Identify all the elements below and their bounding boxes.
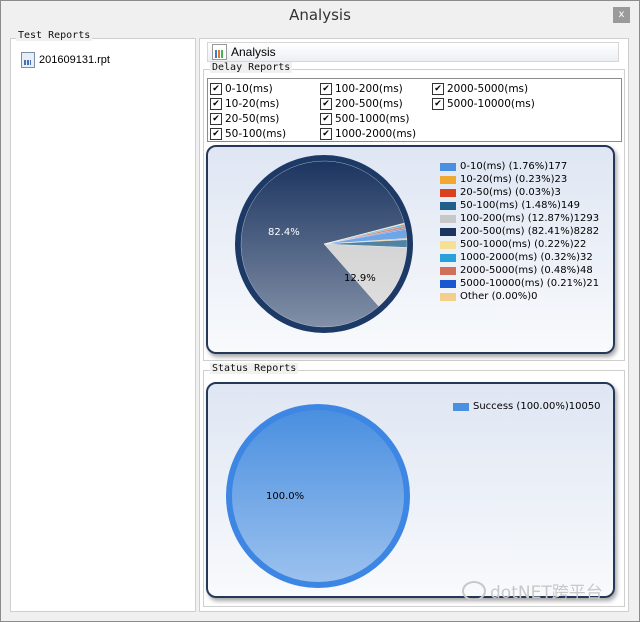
checkbox-10-20[interactable]: ✔ 10-20(ms) bbox=[210, 98, 279, 110]
legend-item[interactable]: Success (100.00%)10050 bbox=[453, 400, 601, 413]
checkbox-200-500[interactable]: ✔ 200-500(ms) bbox=[320, 98, 403, 110]
status-chart-legend: Success (100.00%)10050 bbox=[453, 400, 601, 413]
legend-swatch bbox=[440, 240, 456, 249]
delay-chart-card: 82.4% 12.9% 0-10(ms) (1.76%)177 10-20(ms) … bbox=[206, 145, 615, 354]
delay-chart-legend: 0-10(ms) (1.76%)177 10-20(ms) (0.23%)23 20… bbox=[440, 160, 599, 303]
checkbox-label: 10-20(ms) bbox=[225, 98, 280, 110]
legend-item[interactable]: 50-100(ms) (1.48%)149 bbox=[440, 199, 599, 212]
legend-label: 0-10(ms) (1.76%)177 bbox=[460, 161, 568, 172]
legend-label: 50-100(ms) (1.48%)149 bbox=[460, 200, 581, 211]
delay-filter-checkboxes: ✔ 0-10(ms) ✔ 10-20(ms) ✔ 20-50(ms) ✔ 50-100(… bbox=[207, 78, 622, 142]
checkbox-100-200[interactable]: ✔ 100-200(ms) bbox=[320, 83, 403, 95]
pie-shading bbox=[241, 161, 407, 327]
legend-item[interactable]: 2000-5000(ms) (0.48%)48 bbox=[440, 264, 599, 277]
checkbox-label: 0-10(ms) bbox=[225, 83, 273, 95]
legend-swatch bbox=[440, 175, 456, 184]
legend-label: 200-500(ms) (82.41%)8282 bbox=[460, 226, 600, 237]
legend-label: 100-200(ms) (12.87%)1293 bbox=[460, 213, 600, 224]
test-reports-group: 201609131.rpt Test Reports bbox=[10, 30, 196, 612]
checkbox-label: 1000-2000(ms) bbox=[335, 128, 417, 140]
legend-label: 2000-5000(ms) (0.48%)48 bbox=[460, 265, 593, 276]
delay-pie-chart: 82.4% 12.9% bbox=[235, 155, 413, 333]
checkbox-mark: ✔ bbox=[210, 128, 222, 140]
checkbox-label: 20-50(ms) bbox=[225, 113, 280, 125]
watermark: dotNET跨平台 bbox=[462, 578, 603, 603]
pie-slice-label: 12.9% bbox=[344, 273, 376, 284]
legend-swatch bbox=[440, 188, 456, 197]
list-item-report-file[interactable]: 201609131.rpt bbox=[21, 52, 110, 68]
legend-swatch bbox=[440, 279, 456, 288]
test-reports-label: Test Reports bbox=[16, 30, 93, 41]
status-chart-card: 100.0% Success (100.00%)10050 bbox=[206, 382, 615, 598]
legend-label: Other (0.00%)0 bbox=[460, 291, 538, 302]
window-title: Analysis bbox=[289, 6, 351, 24]
checkbox-label: 100-200(ms) bbox=[335, 83, 403, 95]
checkbox-mark: ✔ bbox=[432, 98, 444, 110]
watermark-text: dotNET跨平台 bbox=[490, 583, 603, 603]
legend-item[interactable]: 20-50(ms) (0.03%)3 bbox=[440, 186, 599, 199]
legend-label: 500-1000(ms) (0.22%)22 bbox=[460, 239, 587, 250]
checkbox-mark: ✔ bbox=[320, 113, 332, 125]
legend-label: Success (100.00%)10050 bbox=[473, 401, 601, 412]
analysis-tab[interactable]: Analysis bbox=[207, 42, 619, 62]
legend-item[interactable]: 100-200(ms) (12.87%)1293 bbox=[440, 212, 599, 225]
pie-shading bbox=[232, 410, 404, 582]
checkbox-0-10[interactable]: ✔ 0-10(ms) bbox=[210, 83, 273, 95]
legend-item[interactable]: 5000-10000(ms) (0.21%)21 bbox=[440, 277, 599, 290]
status-reports-label: Status Reports bbox=[210, 363, 299, 374]
test-reports-list[interactable]: 201609131.rpt bbox=[10, 38, 196, 612]
legend-label: 20-50(ms) (0.03%)3 bbox=[460, 187, 561, 198]
status-pie-chart: 100.0% bbox=[226, 404, 410, 588]
checkbox-mark: ✔ bbox=[320, 98, 332, 110]
legend-item[interactable]: 500-1000(ms) (0.22%)22 bbox=[440, 238, 599, 251]
checkbox-mark: ✔ bbox=[210, 98, 222, 110]
analysis-tab-label: Analysis bbox=[231, 45, 276, 59]
legend-item[interactable]: 10-20(ms) (0.23%)23 bbox=[440, 173, 599, 186]
close-button[interactable]: x bbox=[613, 7, 630, 23]
legend-swatch bbox=[440, 227, 456, 236]
checkbox-mark: ✔ bbox=[210, 113, 222, 125]
pie-slice-label: 100.0% bbox=[266, 491, 304, 502]
checkbox-label: 5000-10000(ms) bbox=[447, 98, 535, 110]
checkbox-2000-5000[interactable]: ✔ 2000-5000(ms) bbox=[432, 83, 528, 95]
status-reports-group: Status Reports 100.0% Success (100.00%)1… bbox=[203, 363, 625, 607]
checkbox-mark: ✔ bbox=[320, 83, 332, 95]
checkbox-mark: ✔ bbox=[210, 83, 222, 95]
checkbox-label: 200-500(ms) bbox=[335, 98, 403, 110]
checkbox-label: 50-100(ms) bbox=[225, 128, 287, 140]
checkbox-5000-10000[interactable]: ✔ 5000-10000(ms) bbox=[432, 98, 535, 110]
legend-swatch bbox=[453, 402, 469, 411]
checkbox-20-50[interactable]: ✔ 20-50(ms) bbox=[210, 113, 279, 125]
legend-item[interactable]: 200-500(ms) (82.41%)8282 bbox=[440, 225, 599, 238]
delay-reports-group: Delay Reports ✔ 0-10(ms) ✔ 10-20(ms) ✔ 20-5… bbox=[203, 62, 625, 361]
pie-slice-label: 82.4% bbox=[268, 227, 300, 238]
legend-item[interactable]: Other (0.00%)0 bbox=[440, 290, 599, 303]
legend-swatch bbox=[440, 253, 456, 262]
legend-swatch bbox=[440, 201, 456, 210]
legend-label: 10-20(ms) (0.23%)23 bbox=[460, 174, 568, 185]
legend-label: 1000-2000(ms) (0.32%)32 bbox=[460, 252, 593, 263]
report-file-name: 201609131.rpt bbox=[39, 54, 110, 66]
legend-item[interactable]: 0-10(ms) (1.76%)177 bbox=[440, 160, 599, 173]
legend-item[interactable]: 1000-2000(ms) (0.32%)32 bbox=[440, 251, 599, 264]
checkbox-mark: ✔ bbox=[432, 83, 444, 95]
wechat-icon bbox=[462, 580, 486, 601]
legend-swatch bbox=[440, 266, 456, 275]
delay-reports-label: Delay Reports bbox=[210, 62, 293, 73]
checkbox-1000-2000[interactable]: ✔ 1000-2000(ms) bbox=[320, 128, 416, 140]
checkbox-label: 2000-5000(ms) bbox=[447, 83, 529, 95]
title-bar[interactable]: Analysis x bbox=[1, 1, 639, 30]
checkbox-50-100[interactable]: ✔ 50-100(ms) bbox=[210, 128, 286, 140]
legend-swatch bbox=[440, 292, 456, 301]
checkbox-mark: ✔ bbox=[320, 128, 332, 140]
legend-swatch bbox=[440, 162, 456, 171]
checkbox-label: 500-1000(ms) bbox=[335, 113, 410, 125]
legend-label: 5000-10000(ms) (0.21%)21 bbox=[460, 278, 600, 289]
chart-icon bbox=[212, 44, 227, 60]
legend-swatch bbox=[440, 214, 456, 223]
checkbox-500-1000[interactable]: ✔ 500-1000(ms) bbox=[320, 113, 409, 125]
report-file-icon bbox=[21, 52, 35, 68]
